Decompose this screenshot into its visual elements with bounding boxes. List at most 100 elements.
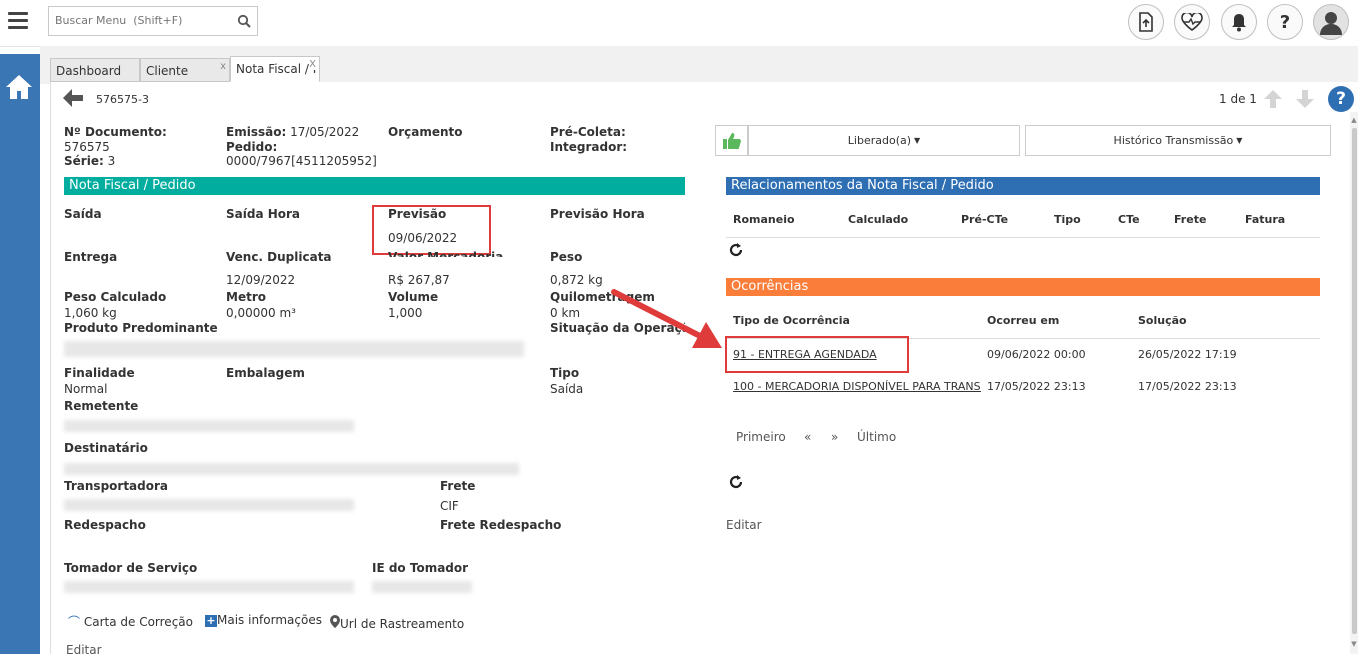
emissao-value: 17/05/2022 bbox=[290, 125, 360, 139]
liberado-label: Liberado(a) bbox=[847, 134, 912, 147]
volume-value: 1,000 bbox=[388, 306, 423, 320]
mais-label: Mais informações bbox=[217, 613, 322, 627]
ocorrencia-tipo-link[interactable]: 100 - MERCADORIA DISPONÍVEL PARA TRANSPO bbox=[733, 380, 981, 393]
redacted-text bbox=[64, 463, 519, 475]
metro-value: 0,00000 m³ bbox=[226, 306, 296, 320]
produto-label: Produto Predominante bbox=[64, 321, 218, 335]
tab-label: Nota Fiscal / I bbox=[236, 62, 317, 76]
pager-prev[interactable]: « bbox=[804, 430, 811, 444]
heartbeat-icon[interactable] bbox=[1174, 4, 1210, 40]
precoleta-label: Pré-Coleta: bbox=[550, 125, 626, 139]
close-icon[interactable]: X bbox=[309, 59, 316, 70]
refresh-icon[interactable] bbox=[728, 474, 744, 490]
ocorrencias-header: Ocorrências bbox=[726, 278, 1320, 296]
tab-nota-fiscal[interactable]: Nota Fiscal / IX bbox=[230, 56, 320, 82]
redacted-text bbox=[64, 499, 354, 511]
tab-dashboard[interactable]: Dashboard bbox=[50, 58, 140, 82]
thumbs-up-icon[interactable] bbox=[715, 125, 748, 156]
carta-correcao-link[interactable]: ⌒ Carta de Correção bbox=[68, 613, 193, 630]
arrow-down-icon[interactable] bbox=[1295, 89, 1315, 109]
relacionamentos-header: Relacionamentos da Nota Fiscal / Pedido bbox=[726, 177, 1320, 195]
nf-section-header: Nota Fiscal / Pedido bbox=[64, 177, 685, 195]
mais-informacoes-link[interactable]: +Mais informações bbox=[205, 613, 322, 627]
pedido-label: Pedido: bbox=[226, 140, 278, 154]
plus-square-icon: + bbox=[205, 614, 217, 627]
tipo-value: Saída bbox=[550, 382, 584, 396]
liberado-dropdown[interactable]: Liberado(a) ▼ bbox=[748, 125, 1020, 156]
pager-next[interactable]: » bbox=[831, 430, 838, 444]
historico-dropdown[interactable]: Histórico Transmissão ▼ bbox=[1025, 125, 1331, 156]
redacted-text bbox=[372, 581, 472, 593]
transportadora-label: Transportadora bbox=[64, 479, 169, 493]
col-ocorreu-em: Ocorreu em bbox=[987, 314, 1060, 327]
tab-label: Cliente bbox=[146, 64, 189, 78]
venc-value: 12/09/2022 bbox=[226, 273, 296, 287]
metro-label: Metro bbox=[226, 290, 266, 304]
col-frete: Frete bbox=[1174, 213, 1207, 226]
tomador-label: Tomador de Serviço bbox=[64, 561, 198, 575]
scroll-down-icon[interactable]: ▼ bbox=[1350, 640, 1358, 650]
venc-label: Venc. Duplicata bbox=[226, 250, 332, 264]
refresh-icon[interactable] bbox=[728, 242, 744, 258]
ocorrencia-ocorreu: 17/05/2022 23:13 bbox=[987, 380, 1086, 393]
saida-hora-label: Saída Hora bbox=[226, 207, 301, 221]
bell-icon[interactable] bbox=[1221, 4, 1257, 40]
hamburger-menu-icon[interactable] bbox=[8, 12, 28, 30]
record-id: 576575-3 bbox=[96, 93, 149, 106]
divider bbox=[726, 237, 1320, 238]
back-arrow-icon[interactable] bbox=[62, 88, 84, 108]
redacted-text bbox=[64, 341, 524, 357]
ocorrencia-ocorreu: 09/06/2022 00:00 bbox=[987, 348, 1086, 361]
redacted-text bbox=[64, 581, 354, 593]
url-label: Url de Rastreamento bbox=[340, 617, 465, 631]
ocorrencia-solucao: 26/05/2022 17:19 bbox=[1138, 348, 1237, 361]
caret-down-icon: ▼ bbox=[914, 136, 921, 145]
editar-link[interactable]: Editar bbox=[66, 643, 102, 654]
valor-value: R$ 267,87 bbox=[388, 273, 450, 287]
ocorrencia-solucao: 17/05/2022 23:13 bbox=[1138, 380, 1237, 393]
annotation-box bbox=[372, 205, 491, 255]
peso-calc-label: Peso Calculado bbox=[64, 290, 167, 304]
numero-label: Nº Documento: bbox=[64, 125, 167, 139]
pedido-value: 0000/7967[4511205952] bbox=[226, 154, 377, 168]
redacted-text bbox=[64, 420, 354, 432]
embalagem-label: Embalagem bbox=[226, 366, 305, 380]
col-tipo: Tipo bbox=[1054, 213, 1081, 226]
ocorrencias-editar-link[interactable]: Editar bbox=[726, 518, 762, 532]
pager-ultimo[interactable]: Último bbox=[857, 430, 896, 444]
tab-cliente[interactable]: Cliente x bbox=[140, 58, 230, 82]
emissao-label: Emissão: bbox=[226, 125, 287, 139]
search-input[interactable] bbox=[49, 7, 241, 33]
emissao: Emissão: 17/05/2022 bbox=[226, 125, 359, 139]
annotation-box bbox=[725, 336, 909, 373]
peso-label: Peso bbox=[550, 250, 583, 264]
help-circle-icon[interactable]: ? bbox=[1328, 86, 1354, 112]
saida-label: Saída bbox=[64, 207, 102, 221]
close-icon[interactable]: x bbox=[220, 61, 226, 72]
search-box[interactable] bbox=[48, 6, 258, 36]
tab-label: Dashboard bbox=[56, 64, 122, 78]
arrow-up-icon[interactable] bbox=[1263, 89, 1283, 109]
help-icon[interactable]: ? bbox=[1267, 4, 1303, 40]
user-icon[interactable] bbox=[1313, 4, 1349, 40]
serie-value: 3 bbox=[107, 154, 116, 168]
pager-primeiro[interactable]: Primeiro bbox=[736, 430, 786, 444]
home-icon[interactable] bbox=[4, 72, 34, 102]
col-pre-cte: Pré-CTe bbox=[961, 213, 1009, 226]
col-solucao: Solução bbox=[1138, 314, 1187, 327]
upload-doc-icon[interactable] bbox=[1128, 4, 1164, 40]
destinatario-label: Destinatário bbox=[64, 441, 148, 455]
url-rastreamento-link[interactable]: Url de Rastreamento bbox=[330, 615, 464, 631]
annotation-arrow bbox=[611, 289, 722, 348]
serie: Série: 3 bbox=[64, 154, 115, 168]
col-fatura: Fatura bbox=[1245, 213, 1286, 226]
peso-value: 0,872 kg bbox=[550, 273, 603, 287]
caret-down-icon: ▼ bbox=[1236, 136, 1243, 145]
carta-label: Carta de Correção bbox=[83, 615, 193, 629]
search-icon[interactable] bbox=[237, 14, 251, 28]
volume-label: Volume bbox=[388, 290, 439, 304]
col-cte: CTe bbox=[1118, 213, 1140, 226]
previsao-hora-label: Previsão Hora bbox=[550, 207, 645, 221]
scrollbar-thumb[interactable] bbox=[1352, 128, 1357, 634]
scroll-up-icon[interactable]: ▲ bbox=[1350, 116, 1358, 126]
